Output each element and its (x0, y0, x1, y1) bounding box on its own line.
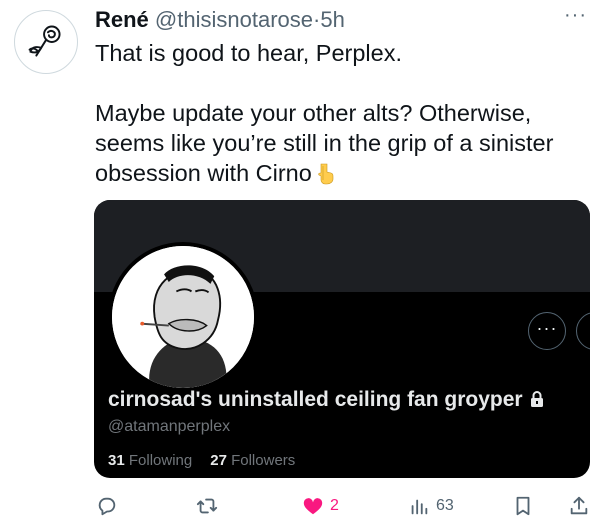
author-avatar[interactable] (14, 10, 78, 74)
pointing-down-hand-icon (318, 163, 334, 185)
handle[interactable]: @thisisnotarose (155, 7, 313, 32)
profile-handle[interactable]: @atamanperplex (108, 418, 230, 436)
groyper-avatar-icon (112, 246, 254, 388)
tweet-actions: 2 63 (0, 488, 604, 522)
heart-icon (303, 498, 323, 515)
card-more-icon: ··· (536, 318, 558, 338)
views-button[interactable]: 63 (408, 494, 454, 518)
reply-icon (98, 497, 116, 516)
profile-card[interactable]: ··· cirnosad's uninstalled ceiling fan g… (94, 200, 590, 478)
share-button[interactable] (568, 494, 590, 518)
more-icon[interactable]: ··· (564, 5, 592, 28)
profile-display-name[interactable]: cirnosad's uninstalled ceiling fan groyp… (108, 388, 545, 412)
timestamp[interactable]: 5h (320, 7, 344, 32)
tweet-text: That is good to hear, Perplex. Maybe upd… (95, 38, 595, 188)
like-button[interactable]: 2 (302, 494, 339, 518)
rose-avatar-icon (28, 25, 61, 57)
views-count: 63 (436, 497, 454, 514)
profile-follow-stats: 31 Following 27 Followers (108, 452, 295, 469)
tweet-text-line1: That is good to hear, Perplex. (95, 40, 402, 66)
bookmark-button[interactable] (512, 494, 534, 518)
like-count: 2 (330, 497, 339, 514)
reply-button[interactable] (96, 494, 118, 518)
retweet-button[interactable] (196, 494, 218, 518)
retweet-icon (196, 498, 218, 514)
tweet-text-paragraph2: Maybe update your other alts? Otherwise,… (95, 100, 554, 186)
profile-avatar[interactable] (108, 242, 258, 392)
bookmark-icon (516, 496, 530, 516)
followers-stat[interactable]: 27 Followers (210, 452, 295, 469)
card-action-button[interactable] (576, 312, 590, 350)
lock-icon (530, 391, 543, 407)
display-name[interactable]: René (95, 7, 149, 32)
share-icon (570, 496, 588, 515)
tweet-header: René @thisisnotarose·5h (95, 6, 345, 34)
following-stat[interactable]: 31 Following (108, 452, 192, 469)
card-more-button[interactable]: ··· (528, 312, 566, 350)
views-icon (411, 499, 428, 515)
